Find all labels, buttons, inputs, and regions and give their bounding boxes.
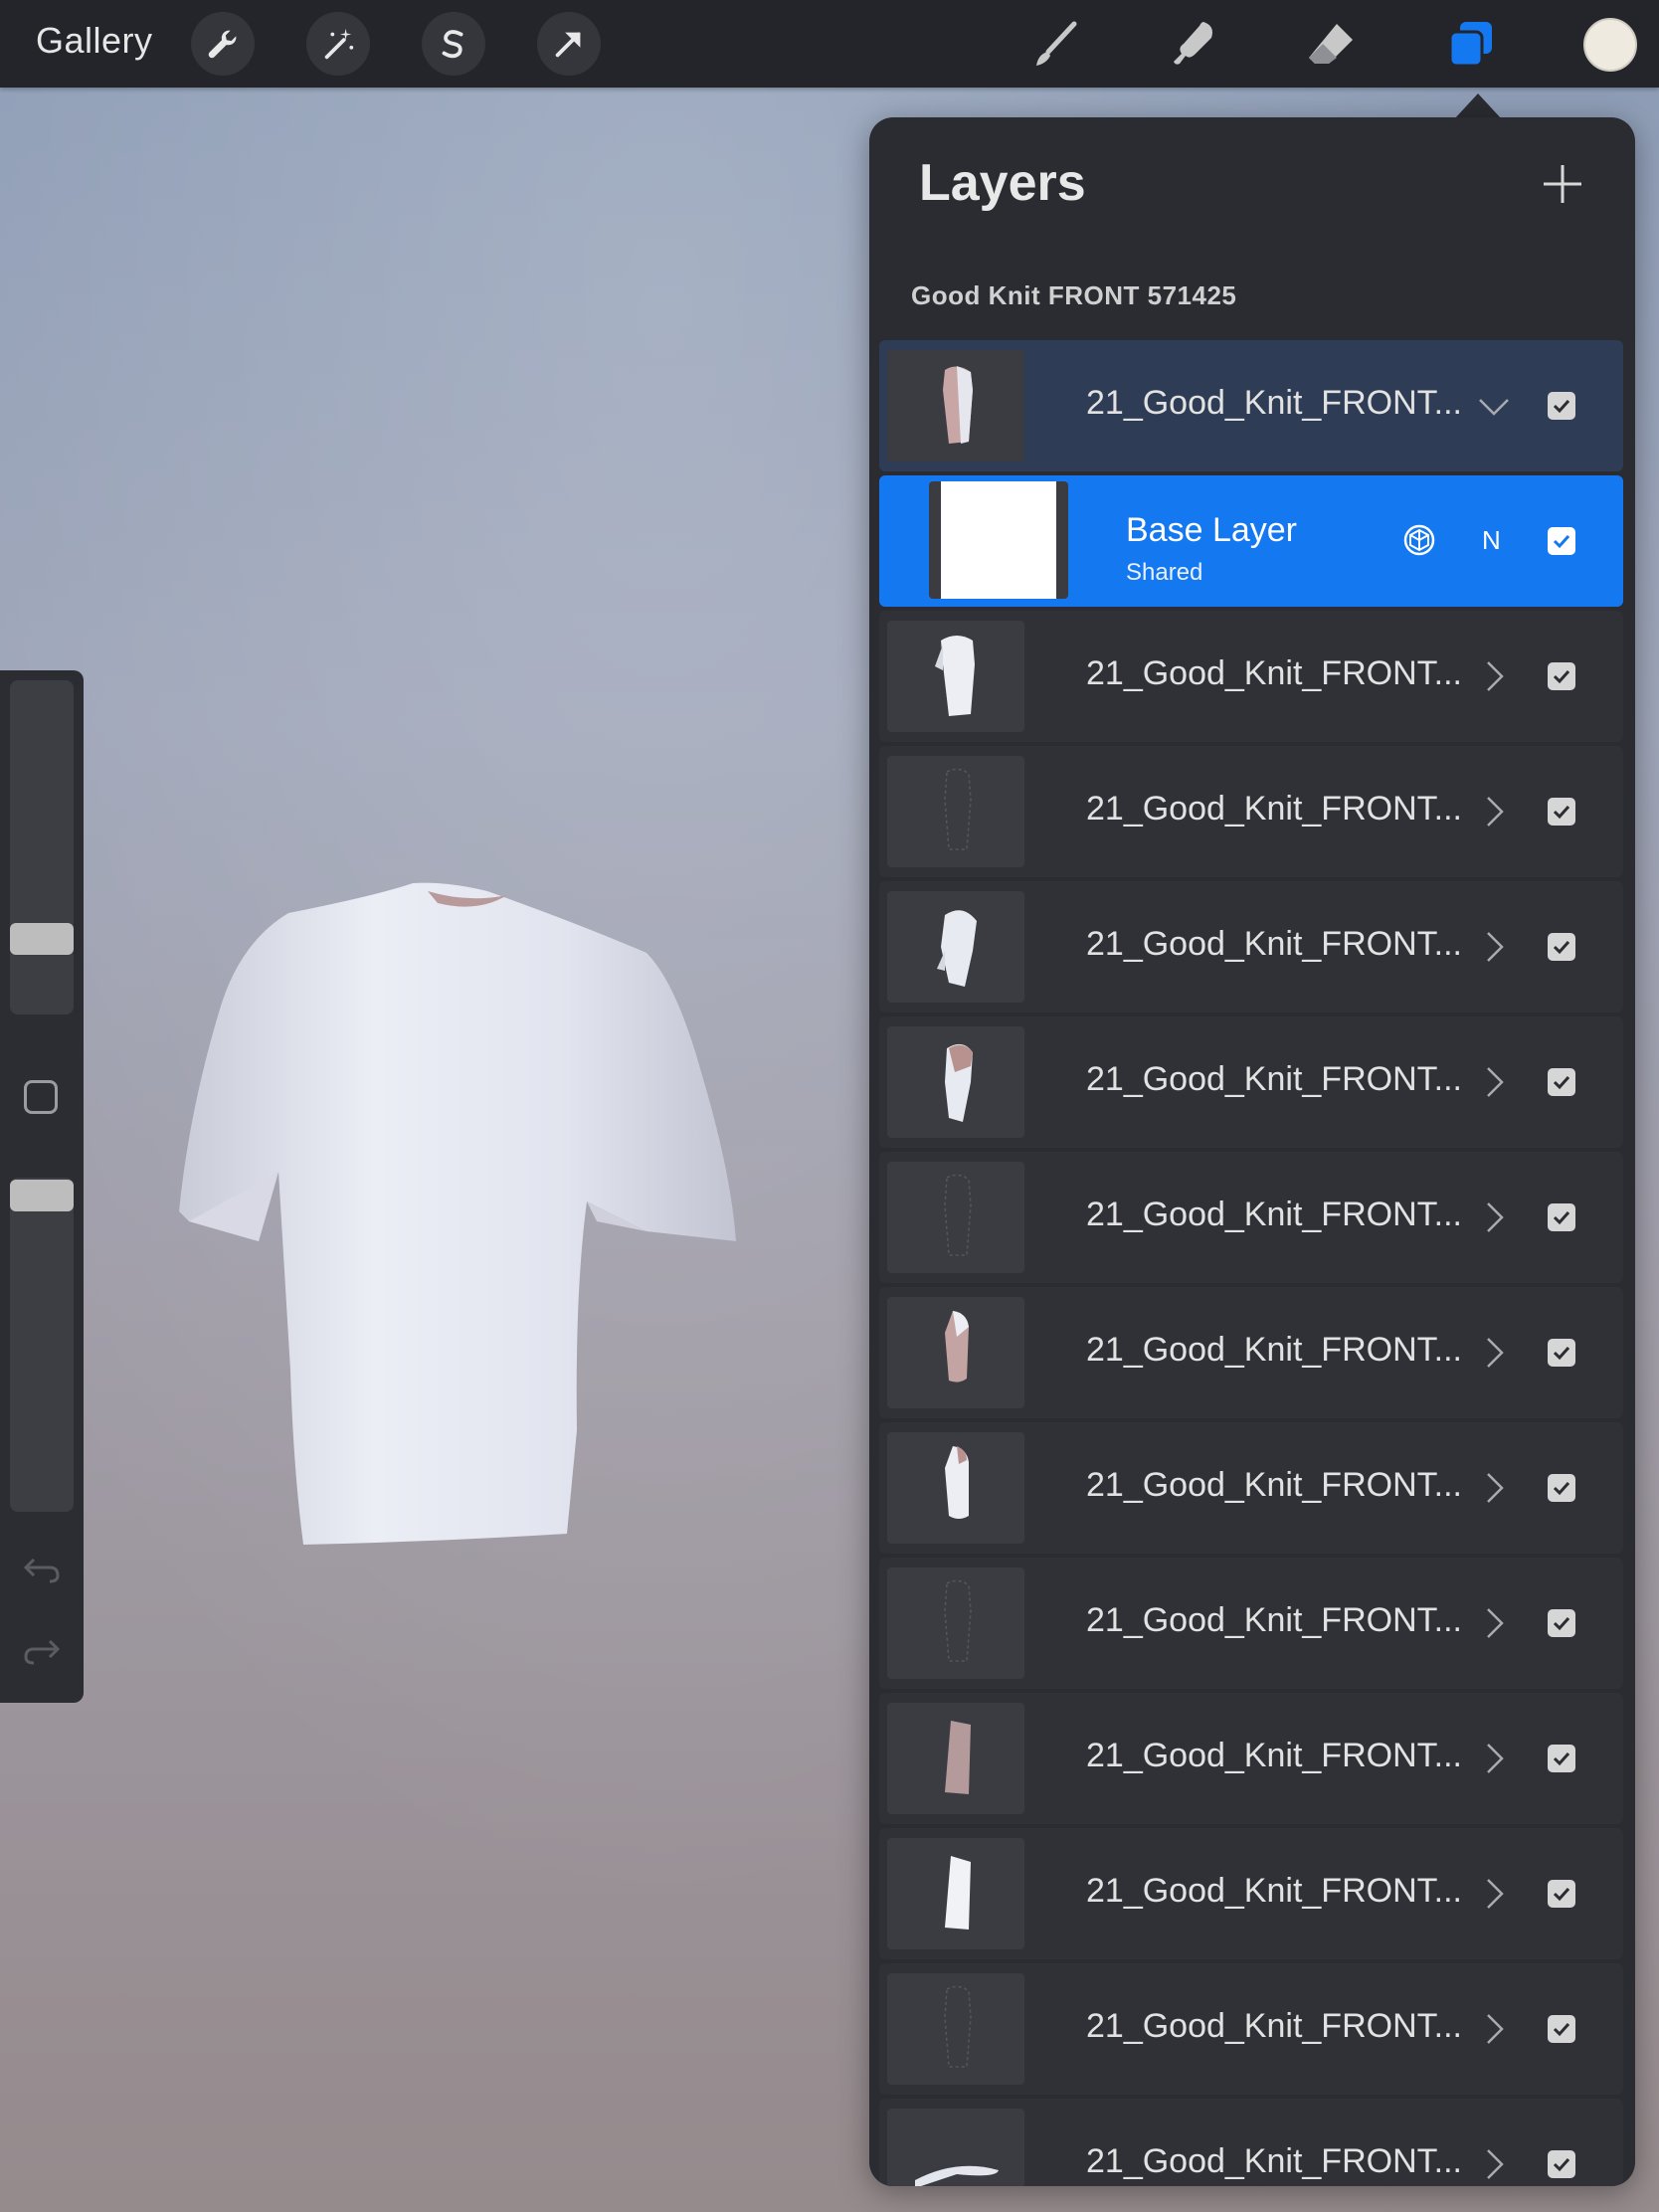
layer-row[interactable]: 21_Good_Knit_FRONT... bbox=[879, 746, 1623, 877]
layer-thumbnail bbox=[887, 1432, 1024, 1544]
selection-s-icon[interactable] bbox=[422, 12, 485, 76]
visibility-checkbox[interactable] bbox=[1548, 527, 1575, 555]
layer-name: 21_Good_Knit_FRONT... bbox=[1086, 1872, 1462, 1910]
layer-row[interactable]: 21_Good_Knit_FRONT... bbox=[879, 1287, 1623, 1418]
group-name: Good Knit FRONT 571425 bbox=[911, 280, 1237, 310]
layer-thumbnail bbox=[887, 1297, 1024, 1408]
layer-name: 21_Good_Knit_FRONT... bbox=[1086, 1601, 1462, 1639]
chevron-right-icon[interactable] bbox=[1476, 1199, 1512, 1235]
layer-list: 21_Good_Knit_FRONT... Base Layer Shared … bbox=[879, 340, 1623, 2186]
layer-thumbnail bbox=[887, 1703, 1024, 1814]
panel-title: Layers bbox=[919, 154, 1086, 212]
chevron-right-icon[interactable] bbox=[1476, 1876, 1512, 1912]
chevron-right-icon[interactable] bbox=[1476, 1605, 1512, 1641]
visibility-checkbox[interactable] bbox=[1548, 392, 1575, 420]
layer-group-row[interactable]: 21_Good_Knit_FRONT... bbox=[879, 340, 1623, 471]
visibility-checkbox[interactable] bbox=[1548, 1609, 1575, 1637]
chevron-right-icon[interactable] bbox=[1476, 1064, 1512, 1100]
layer-thumbnail bbox=[887, 1973, 1024, 2085]
redo-icon[interactable] bbox=[20, 1627, 64, 1671]
layer-thumbnail bbox=[887, 891, 1024, 1003]
chevron-down-icon[interactable] bbox=[1476, 388, 1512, 424]
layer-row[interactable]: 21_Good_Knit_FRONT... bbox=[879, 1963, 1623, 2095]
sidebar bbox=[0, 670, 84, 1703]
panel-pointer bbox=[1454, 93, 1502, 119]
layer-name: 21_Good_Knit_FRONT... bbox=[1086, 2007, 1462, 2045]
visibility-checkbox[interactable] bbox=[1548, 2015, 1575, 2043]
modify-button[interactable] bbox=[24, 1080, 58, 1114]
transform-arrow-icon[interactable] bbox=[537, 12, 601, 76]
visibility-checkbox[interactable] bbox=[1548, 1068, 1575, 1096]
undo-icon[interactable] bbox=[20, 1546, 64, 1589]
reference-cube-icon[interactable] bbox=[1400, 521, 1438, 559]
eraser-icon[interactable] bbox=[1299, 12, 1363, 76]
visibility-checkbox[interactable] bbox=[1548, 798, 1575, 826]
layer-row[interactable]: 21_Good_Knit_FRONT... bbox=[879, 1558, 1623, 1689]
base-layer-thumbnail bbox=[929, 481, 1068, 599]
layer-thumbnail bbox=[887, 621, 1024, 732]
layer-thumbnail bbox=[887, 350, 1024, 461]
layers-icon[interactable] bbox=[1440, 12, 1504, 76]
chevron-right-icon[interactable] bbox=[1476, 1470, 1512, 1506]
layer-name: 21_Good_Knit_FRONT... bbox=[1086, 2142, 1462, 2180]
blend-mode-button[interactable]: N bbox=[1482, 525, 1501, 556]
layer-thumbnail bbox=[887, 1026, 1024, 1138]
brush-size-slider[interactable] bbox=[10, 680, 74, 1014]
visibility-checkbox[interactable] bbox=[1548, 1339, 1575, 1367]
layer-row[interactable]: 21_Good_Knit_FRONT... bbox=[879, 881, 1623, 1013]
brush-size-handle[interactable] bbox=[10, 923, 74, 955]
layer-row[interactable]: 21_Good_Knit_FRONT... bbox=[879, 611, 1623, 742]
chevron-right-icon[interactable] bbox=[1476, 1335, 1512, 1371]
color-picker[interactable] bbox=[1583, 18, 1637, 72]
layer-row[interactable]: 21_Good_Knit_FRONT... bbox=[879, 1152, 1623, 1283]
layer-row[interactable]: 21_Good_Knit_FRONT... bbox=[879, 1016, 1623, 1148]
tshirt-render bbox=[179, 882, 736, 1545]
layer-name: 21_Good_Knit_FRONT... bbox=[1086, 1331, 1462, 1369]
layer-name: 21_Good_Knit_FRONT... bbox=[1086, 654, 1462, 692]
gallery-button[interactable]: Gallery bbox=[36, 20, 153, 62]
magic-wand-icon[interactable] bbox=[306, 12, 370, 76]
add-layer-plus-icon[interactable] bbox=[1538, 159, 1587, 209]
chevron-right-icon[interactable] bbox=[1476, 794, 1512, 830]
layer-thumbnail bbox=[887, 1838, 1024, 1949]
chevron-right-icon[interactable] bbox=[1476, 2146, 1512, 2182]
layer-name: 21_Good_Knit_FRONT... bbox=[1086, 1060, 1462, 1098]
layer-row[interactable]: 21_Good_Knit_FRONT... bbox=[879, 1422, 1623, 1554]
chevron-right-icon[interactable] bbox=[1476, 658, 1512, 694]
visibility-checkbox[interactable] bbox=[1548, 933, 1575, 961]
layer-thumbnail bbox=[887, 756, 1024, 867]
chevron-right-icon[interactable] bbox=[1476, 1741, 1512, 1776]
layer-name: 21_Good_Knit_FRONT... bbox=[1086, 790, 1462, 828]
visibility-checkbox[interactable] bbox=[1548, 1474, 1575, 1502]
chevron-right-icon[interactable] bbox=[1476, 2011, 1512, 2047]
layer-name: 21_Good_Knit_FRONT... bbox=[1086, 925, 1462, 963]
layer-thumbnail bbox=[887, 1567, 1024, 1679]
visibility-checkbox[interactable] bbox=[1548, 662, 1575, 690]
visibility-checkbox[interactable] bbox=[1548, 2150, 1575, 2178]
wrench-icon[interactable] bbox=[191, 12, 255, 76]
visibility-checkbox[interactable] bbox=[1548, 1880, 1575, 1908]
visibility-checkbox[interactable] bbox=[1548, 1745, 1575, 1772]
smudge-icon[interactable] bbox=[1162, 12, 1225, 76]
layer-name: 21_Good_Knit_FRONT... bbox=[1086, 1466, 1462, 1504]
layers-panel: Layers Good Knit FRONT 571425 21_Good_Kn… bbox=[869, 117, 1635, 2186]
layer-row-selected[interactable]: Base Layer Shared N bbox=[879, 475, 1623, 607]
layer-name: 21_Good_Knit_FRONT... bbox=[1086, 1737, 1462, 1774]
layer-name: Base Layer bbox=[1126, 511, 1297, 549]
brush-icon[interactable] bbox=[1024, 12, 1088, 76]
opacity-handle[interactable] bbox=[10, 1180, 74, 1211]
layer-subtitle: Shared bbox=[1126, 559, 1203, 586]
layer-thumbnail bbox=[887, 2109, 1024, 2186]
visibility-checkbox[interactable] bbox=[1548, 1203, 1575, 1231]
layer-row[interactable]: 21_Good_Knit_FRONT... bbox=[879, 1693, 1623, 1824]
layer-thumbnail bbox=[887, 1162, 1024, 1273]
layer-row[interactable]: 21_Good_Knit_FRONT... bbox=[879, 2099, 1623, 2186]
layer-row[interactable]: 21_Good_Knit_FRONT... bbox=[879, 1828, 1623, 1959]
layer-name: 21_Good_Knit_FRONT... bbox=[1086, 1196, 1462, 1233]
top-toolbar: Gallery bbox=[0, 0, 1659, 88]
opacity-slider[interactable] bbox=[10, 1178, 74, 1512]
layer-name: 21_Good_Knit_FRONT... bbox=[1086, 384, 1462, 422]
chevron-right-icon[interactable] bbox=[1476, 929, 1512, 965]
